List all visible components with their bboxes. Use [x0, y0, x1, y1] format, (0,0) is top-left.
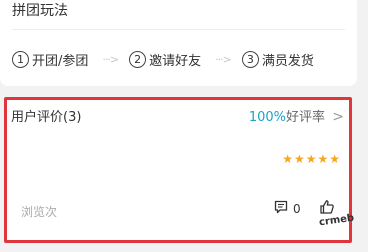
comment-icon[interactable] — [274, 200, 288, 214]
step-label-open-group: 开团/参团 — [32, 53, 89, 69]
positive-rate[interactable]: 100%好评率 — [249, 110, 325, 126]
step-open-group: 1 开团/参团 — [12, 50, 88, 69]
group-rules-title: 拼团玩法 — [12, 3, 68, 19]
step-number-1: 1 — [12, 50, 29, 68]
chevron-right-icon[interactable]: > — [332, 109, 344, 125]
step-label-ship-when-full: 满员发货 — [261, 53, 314, 69]
positive-rate-value: 100% — [248, 110, 286, 125]
positive-rate-label: 好评率 — [285, 110, 325, 125]
step-ship-when-full: 3 满员发货 — [241, 50, 314, 69]
step-arrow-icon: ···> — [215, 52, 232, 66]
comment-count: 0 — [293, 202, 301, 216]
review-section-title: 用户评价(3) — [11, 110, 82, 125]
step-invite-friends: 2 邀请好友 — [129, 50, 201, 69]
group-rules-card: 拼团玩法 1 开团/参团 ···> 2 邀请好友 ···> 3 满员发货 — [0, 0, 357, 86]
rating-stars: ★★★★★ — [282, 152, 341, 166]
step-number-3: 3 — [241, 50, 259, 68]
thumbs-up-icon[interactable] — [319, 199, 335, 215]
divider — [12, 29, 345, 30]
group-steps: 1 开团/参团 ···> 2 邀请好友 ···> 3 满员发货 — [12, 48, 314, 70]
views-label: 浏览次 — [21, 205, 58, 219]
user-review-card[interactable]: 用户评价(3) 100%好评率 > ★★★★★ 浏览次 0 crmeb — [4, 97, 355, 243]
step-label-invite-friends: 邀请好友 — [149, 53, 202, 69]
step-arrow-icon: ···> — [102, 52, 119, 66]
step-number-2: 2 — [129, 50, 147, 68]
